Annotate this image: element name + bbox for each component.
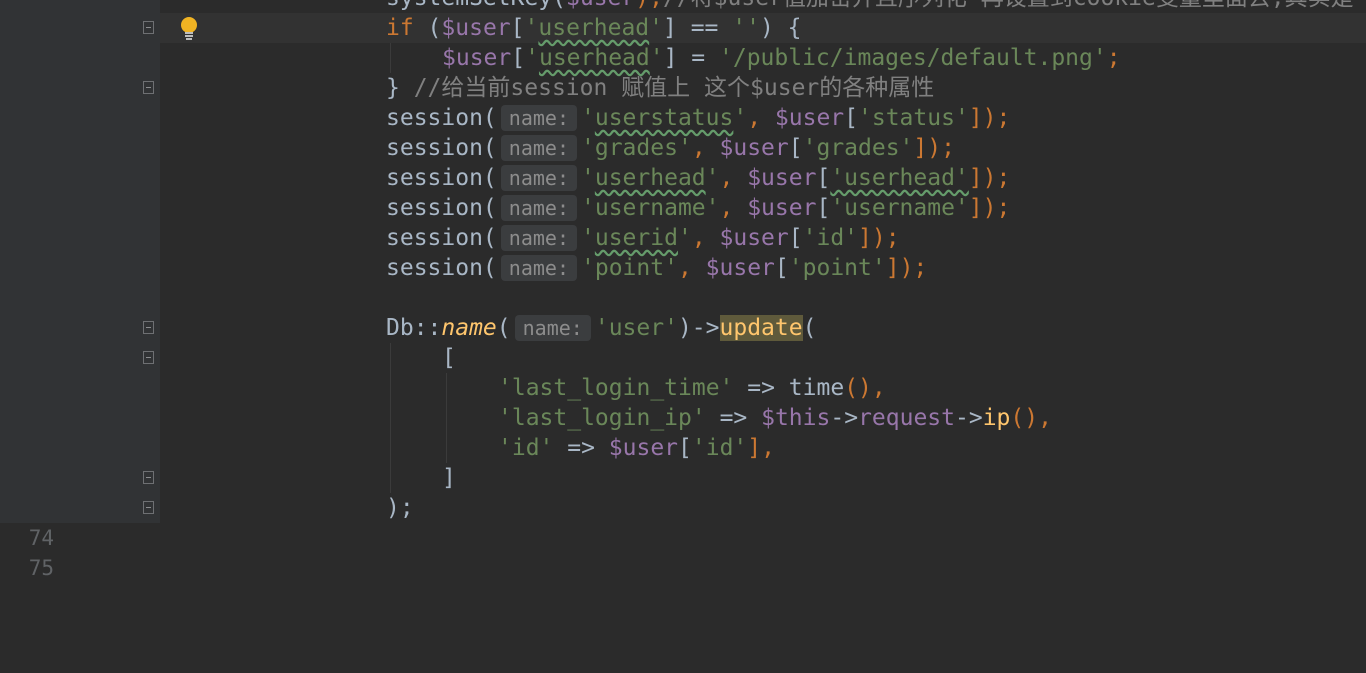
code-text[interactable]: session(name:'userid', $user['id']);: [386, 223, 900, 253]
gutter: [0, 373, 160, 403]
code-text[interactable]: [: [442, 343, 456, 373]
code-line-70[interactable]: 70 [: [0, 343, 1366, 430]
code-line-60[interactable]: 60 $user['userhead'] = '/public/images/d…: [0, 43, 1366, 130]
indent-guide: [390, 343, 391, 373]
code-line-58[interactable]: 58 systemSetKey($user);//将$user值加密并且序列化 …: [0, 0, 1366, 70]
parameter-hint: name:: [500, 255, 577, 281]
parameter-hint: name:: [514, 315, 591, 341]
code-line-61[interactable]: 61 } //给当前session 赋值上 这个$user的各种属性: [0, 73, 1366, 160]
fold-marker-icon[interactable]: [143, 351, 154, 364]
lightbulb-icon[interactable]: [176, 15, 202, 41]
code-line-74[interactable]: 74 ]: [0, 463, 1366, 550]
gutter: [0, 343, 160, 373]
indent-guide: [390, 403, 391, 433]
code-text[interactable]: 'id' => $user['id'],: [498, 433, 775, 463]
code-text[interactable]: } //给当前session 赋值上 这个$user的各种属性: [386, 73, 934, 103]
code-line-59[interactable]: 59 if ($user['userhead'] == '') {: [0, 13, 1366, 100]
gutter: [0, 193, 160, 223]
code-text[interactable]: Db::name(name:'user')->update(: [386, 313, 816, 343]
code-text[interactable]: session(name:'userhead', $user['userhead…: [386, 163, 1010, 193]
code-line-67[interactable]: 67 session(name:'point', $user['point'])…: [0, 253, 1366, 340]
gutter: [0, 13, 160, 43]
code-text[interactable]: 'last_login_time' => time(),: [498, 373, 886, 403]
code-line-69[interactable]: 69 Db::name(name:'user')->update(: [0, 313, 1366, 400]
gutter: [0, 223, 160, 253]
code-line-73[interactable]: 73 'id' => $user['id'],: [0, 433, 1366, 520]
indent-guide: [446, 373, 447, 403]
parameter-hint: name:: [500, 135, 577, 161]
gutter: [0, 313, 160, 343]
gutter: [0, 433, 160, 463]
indent-guide: [446, 403, 447, 433]
parameter-hint: name:: [500, 165, 577, 191]
gutter: [0, 0, 160, 13]
indent-guide: [446, 433, 447, 463]
code-text[interactable]: );: [386, 493, 414, 523]
code-line-66[interactable]: 66 session(name:'userid', $user['id']);: [0, 223, 1366, 310]
indent-guide: [390, 373, 391, 403]
code-editor[interactable]: 58 systemSetKey($user);//将$user值加密并且序列化 …: [0, 0, 1366, 580]
code-text[interactable]: if ($user['userhead'] == '') {: [386, 13, 802, 43]
gutter: [0, 133, 160, 163]
parameter-hint: name:: [500, 105, 577, 131]
gutter: [0, 283, 160, 313]
gutter: [0, 253, 160, 283]
gutter: [0, 463, 160, 493]
code-line-64[interactable]: 64 session(name:'userhead', $user['userh…: [0, 163, 1366, 250]
code-text[interactable]: 'last_login_ip' => $this->request->ip(),: [498, 403, 1052, 433]
indent-guide: [390, 43, 391, 73]
gutter: [0, 43, 160, 73]
code-line-72[interactable]: 72 'last_login_ip' => $this->request->ip…: [0, 403, 1366, 490]
gutter: [0, 163, 160, 193]
fold-marker-icon[interactable]: [143, 501, 154, 514]
indent-guide: [390, 463, 391, 493]
code-text[interactable]: session(name:'username', $user['username…: [386, 193, 1010, 223]
fold-marker-icon[interactable]: [143, 21, 154, 34]
code-text[interactable]: $user['userhead'] = '/public/images/defa…: [442, 43, 1121, 73]
code-text[interactable]: session(name:'userstatus', $user['status…: [386, 103, 1010, 133]
fold-marker-icon[interactable]: [143, 321, 154, 334]
gutter: [0, 403, 160, 433]
code-line-62[interactable]: 62 session(name:'userstatus', $user['sta…: [0, 103, 1366, 190]
gutter: [0, 103, 160, 133]
code-line-63[interactable]: 63 session(name:'grades', $user['grades'…: [0, 133, 1366, 220]
code-line-68[interactable]: 68: [0, 283, 1366, 370]
code-line-75[interactable]: 75 );: [0, 493, 1366, 580]
parameter-hint: name:: [500, 225, 577, 251]
code-text[interactable]: session(name:'grades', $user['grades']);: [386, 133, 955, 163]
line-number: 75: [28, 556, 54, 580]
fold-marker-icon[interactable]: [143, 81, 154, 94]
gutter: [0, 493, 160, 523]
gutter: [0, 73, 160, 103]
code-text[interactable]: systemSetKey($user);//将$user值加密并且序列化 再设置…: [386, 0, 1354, 13]
indent-guide: [390, 433, 391, 463]
code-line-71[interactable]: 71 'last_login_time' => time(),: [0, 373, 1366, 460]
fold-marker-icon[interactable]: [143, 471, 154, 484]
code-text[interactable]: ]: [442, 463, 456, 493]
code-text[interactable]: session(name:'point', $user['point']);: [386, 253, 927, 283]
code-line-65[interactable]: 65 session(name:'username', $user['usern…: [0, 193, 1366, 280]
parameter-hint: name:: [500, 195, 577, 221]
